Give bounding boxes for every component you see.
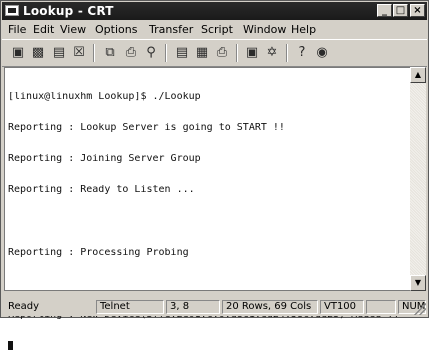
app-icon[interactable]: [5, 5, 19, 16]
disconnect-icon[interactable]: ☒: [71, 45, 87, 61]
copy-icon[interactable]: ⧉: [102, 45, 118, 61]
menu-transfer[interactable]: Transfer: [149, 23, 193, 37]
scroll-down-icon[interactable]: ▼: [410, 275, 426, 291]
scroll-track[interactable]: [410, 83, 426, 275]
find-icon[interactable]: ⚲: [143, 45, 159, 61]
resize-grip-icon[interactable]: [414, 303, 426, 315]
status-terminal-type: VT100: [320, 300, 364, 314]
quick-connect-icon[interactable]: ▩: [30, 45, 46, 61]
terminal-screen[interactable]: [linux@linuxhm Lookup]$ ./Lookup Reporti…: [4, 67, 411, 351]
terminal-cursor-line: [8, 341, 406, 351]
menu-window[interactable]: Window: [243, 23, 286, 37]
status-bar: Ready Telnet 3, 8 20 Rows, 69 Cols VT100…: [2, 298, 427, 316]
menu-view[interactable]: View: [60, 23, 86, 37]
menu-edit[interactable]: Edit: [33, 23, 54, 37]
toolbar-separator: [236, 44, 238, 62]
terminal-line: Reporting : Joining Server Group: [8, 154, 201, 165]
paste-icon[interactable]: ⎙: [123, 45, 139, 61]
toolbar-separator: [165, 44, 167, 62]
toolbar-separator: [93, 44, 95, 62]
session-options-icon[interactable]: ▣: [244, 45, 260, 61]
status-ready: Ready: [8, 301, 40, 312]
minimize-button[interactable]: _: [377, 4, 392, 17]
print-icon[interactable]: ▤: [174, 45, 190, 61]
menu-options[interactable]: Options: [95, 23, 137, 37]
about-icon[interactable]: ◉: [314, 45, 330, 61]
print-screen-icon[interactable]: ⎙: [214, 45, 230, 61]
status-cursor-position: 3, 8: [166, 300, 220, 314]
status-terminal-size: 20 Rows, 69 Cols: [222, 300, 318, 314]
terminal-line: Reporting : Processing Probing: [8, 247, 189, 258]
print-setup-icon[interactable]: ▦: [194, 45, 210, 61]
terminal-line: [linux@linuxhm Lookup]$ ./Lookup: [8, 91, 201, 102]
menu-help[interactable]: Help: [291, 23, 316, 37]
global-options-icon[interactable]: ✡: [264, 45, 280, 61]
vertical-scrollbar[interactable]: ▲ ▼: [410, 67, 426, 291]
status-protocol: Telnet: [96, 300, 164, 314]
window-title: Lookup - CRT: [23, 4, 114, 18]
maximize-button[interactable]: □: [393, 4, 408, 17]
terminal-line: Reporting : Lookup Server is going to ST…: [8, 123, 285, 134]
scroll-up-icon[interactable]: ▲: [410, 67, 426, 83]
close-button[interactable]: ×: [410, 4, 425, 17]
title-bar[interactable]: Lookup - CRT _ □ ×: [2, 2, 427, 20]
menu-script[interactable]: Script: [201, 23, 233, 37]
status-empty-cell: [366, 300, 396, 314]
terminal-cursor: [8, 341, 13, 351]
toolbar: ▣ ▩ ▤ ☒ ⧉ ⎙ ⚲ ▤ ▦ ⎙ ▣ ✡ ? ◉: [2, 39, 427, 67]
menu-file[interactable]: File: [8, 23, 26, 37]
menu-bar: File Edit View Options Transfer Script W…: [2, 21, 427, 39]
connect-icon[interactable]: ▣: [10, 45, 26, 61]
help-icon[interactable]: ?: [294, 45, 310, 61]
terminal-line: Reporting : Ready to Listen ...: [8, 185, 195, 196]
toolbar-separator: [286, 44, 288, 62]
crt-window: Lookup - CRT _ □ × File Edit View Option…: [0, 0, 429, 351]
reconnect-icon[interactable]: ▤: [51, 45, 67, 61]
